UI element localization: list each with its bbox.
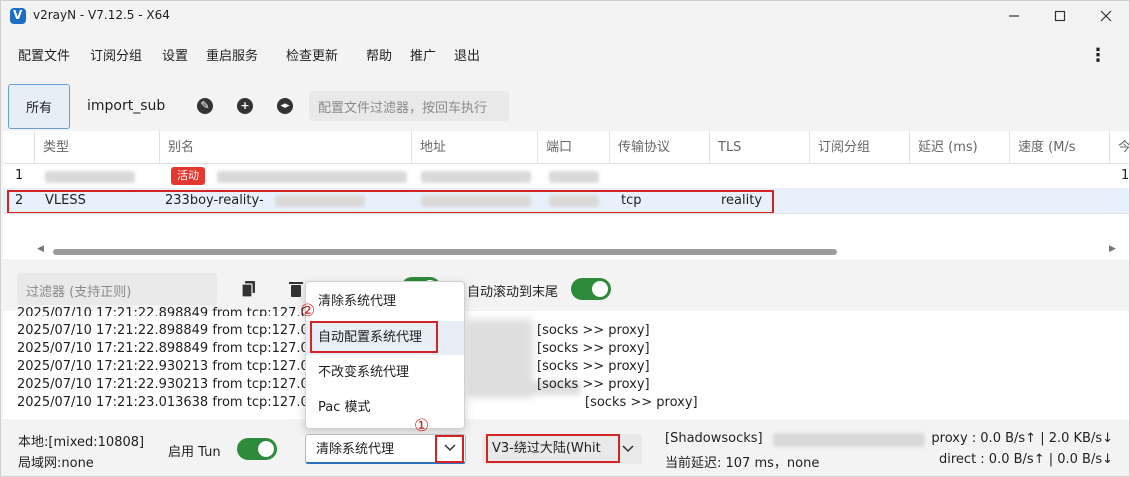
column-header-type[interactable]: 类型 xyxy=(35,131,160,164)
column-header-alias[interactable]: 别名 xyxy=(160,131,412,164)
column-header-speed[interactable]: 速度 (M/s xyxy=(1010,131,1110,164)
log-line: 2025/07/10 17:21:22.930213 from tcp:127.… xyxy=(17,359,309,374)
copy-icon[interactable] xyxy=(242,281,256,297)
column-header-address[interactable]: 地址 xyxy=(412,131,538,164)
table-horizontal-scrollbar[interactable]: ◀ ▶ xyxy=(37,244,1117,256)
row-1-port-redacted xyxy=(549,171,599,183)
option-clear-system-proxy[interactable]: 清除系统代理 xyxy=(306,285,464,319)
column-header-tls[interactable]: TLS xyxy=(710,131,810,164)
log-line: 2025/07/10 17:21:22.898849 from tcp:127.… xyxy=(17,341,309,356)
log-route: [socks >> proxy] xyxy=(537,359,650,374)
scroll-left-icon[interactable]: ◀ xyxy=(37,244,44,254)
maximize-icon xyxy=(1054,10,1066,22)
row-divider xyxy=(3,213,1129,214)
auto-scroll-toggle[interactable] xyxy=(571,278,611,300)
menu-help[interactable]: 帮助 xyxy=(366,45,392,64)
column-header-port[interactable]: 端口 xyxy=(538,131,610,164)
column-header-index xyxy=(3,131,35,164)
close-icon xyxy=(1100,10,1112,22)
system-proxy-dropdown-popup: 清除系统代理 自动配置系统代理 不改变系统代理 Pac 模式 xyxy=(305,281,465,429)
direct-speed-label: direct : 0.0 B/s↑ | 0.0 B/s↓ xyxy=(939,452,1113,467)
menu-promotion[interactable]: 推广 xyxy=(410,45,436,64)
minimize-icon xyxy=(1009,15,1019,17)
log-line: 2025/07/10 17:21:23.013638 from tcp:127.… xyxy=(17,395,309,410)
row-1-type-redacted xyxy=(45,171,135,183)
log-route: [socks >> proxy] xyxy=(537,377,650,392)
annotation-marker-1: ① xyxy=(414,416,430,436)
server-type-label: [Shadowsocks] xyxy=(665,431,763,446)
menu-exit[interactable]: 退出 xyxy=(454,45,480,64)
server-table: 类型 别名 地址 端口 传输协议 TLS 订阅分组 延迟 (ms) 速度 (M/… xyxy=(3,131,1129,259)
tun-label: 启用 Tun xyxy=(168,445,221,460)
local-port-label: 本地:[mixed:10808] xyxy=(18,435,145,450)
routing-highlight-box xyxy=(486,434,620,463)
system-proxy-selected-value: 清除系统代理 xyxy=(316,442,395,457)
chevron-down-icon[interactable] xyxy=(444,444,456,452)
log-filter-input[interactable]: 过滤器 (支持正则) xyxy=(17,273,217,305)
tun-toggle[interactable] xyxy=(237,438,277,460)
log-route: [socks >> proxy] xyxy=(537,341,650,356)
scroll-right-icon[interactable]: ▶ xyxy=(1109,244,1116,254)
option-keep-system-proxy[interactable]: 不改变系统代理 xyxy=(306,356,464,390)
title-bar[interactable]: v2rayN - V7.12.5 - X64 xyxy=(1,1,1129,31)
menu-restart-service[interactable]: 重启服务 xyxy=(206,45,258,64)
column-header-transport[interactable]: 传输协议 xyxy=(610,131,710,164)
chevron-down-icon[interactable] xyxy=(622,445,634,453)
active-badge: 活动 xyxy=(171,167,205,185)
log-route: [socks >> proxy] xyxy=(537,323,650,338)
annotation-marker-2: ② xyxy=(300,301,316,321)
log-line: 2025/07/10 17:21:22.898849 from tcp:127.… xyxy=(17,323,309,338)
profile-filter-input[interactable]: 配置文件过滤器，按回车执行 xyxy=(309,91,509,121)
auto-scroll-label: 自动滚动到末尾 xyxy=(467,285,559,300)
auto-config-highlight-box xyxy=(310,321,438,353)
move-icon[interactable]: ◂▸ xyxy=(277,98,293,114)
trash-icon[interactable] xyxy=(289,281,303,297)
menu-settings[interactable]: 设置 xyxy=(162,45,188,64)
menu-profiles[interactable]: 配置文件 xyxy=(18,45,70,64)
column-header-today[interactable]: 今 xyxy=(1110,131,1129,164)
column-header-latency[interactable]: 延迟 (ms) xyxy=(910,131,1010,164)
close-button[interactable] xyxy=(1083,1,1129,31)
column-header-sub-group[interactable]: 订阅分组 xyxy=(810,131,910,164)
app-window: v2rayN - V7.12.5 - X64 配置文件 订阅分组 设置 重启服务… xyxy=(0,0,1130,477)
scrollbar-thumb[interactable] xyxy=(53,249,837,255)
row-1-extra: 1 xyxy=(1121,168,1129,183)
v2rayn-logo-icon xyxy=(10,8,26,24)
tab-import-sub[interactable]: import_sub xyxy=(87,98,165,114)
proxy-speed-label: proxy : 0.0 B/s↑ | 2.0 KB/s↓ xyxy=(931,431,1113,446)
log-line: 2025/07/10 17:21:22.930213 from tcp:127.… xyxy=(17,377,309,392)
option-pac-mode[interactable]: Pac 模式 xyxy=(306,391,464,425)
minimize-button[interactable] xyxy=(991,1,1037,31)
tab-all-groups[interactable]: 所有 xyxy=(8,84,70,129)
menu-check-update[interactable]: 检查更新 xyxy=(286,45,338,64)
more-vertical-icon[interactable]: ⋮ xyxy=(1089,44,1107,68)
menu-sub-groups[interactable]: 订阅分组 xyxy=(90,45,142,64)
lan-label: 局域网:none xyxy=(18,456,94,471)
tab-all-label: 所有 xyxy=(25,101,52,116)
row-1-address-redacted xyxy=(421,171,531,183)
server-name-redacted xyxy=(773,433,925,447)
edit-icon[interactable]: ✎ xyxy=(197,98,213,114)
maximize-button[interactable] xyxy=(1037,1,1083,31)
window-title: v2rayN - V7.12.5 - X64 xyxy=(33,8,170,22)
log-route: [socks >> proxy] xyxy=(585,395,698,410)
row-highlight-box xyxy=(7,190,774,214)
row-1-alias-redacted xyxy=(217,171,407,183)
add-icon[interactable]: + xyxy=(237,98,253,114)
row-1-index: 1 xyxy=(15,168,24,183)
log-line-partial: 2025/07/10 17:21:22.898849 from tcp:127.… xyxy=(17,306,309,316)
current-latency-label: 当前延迟: 107 ms，none xyxy=(665,456,820,471)
